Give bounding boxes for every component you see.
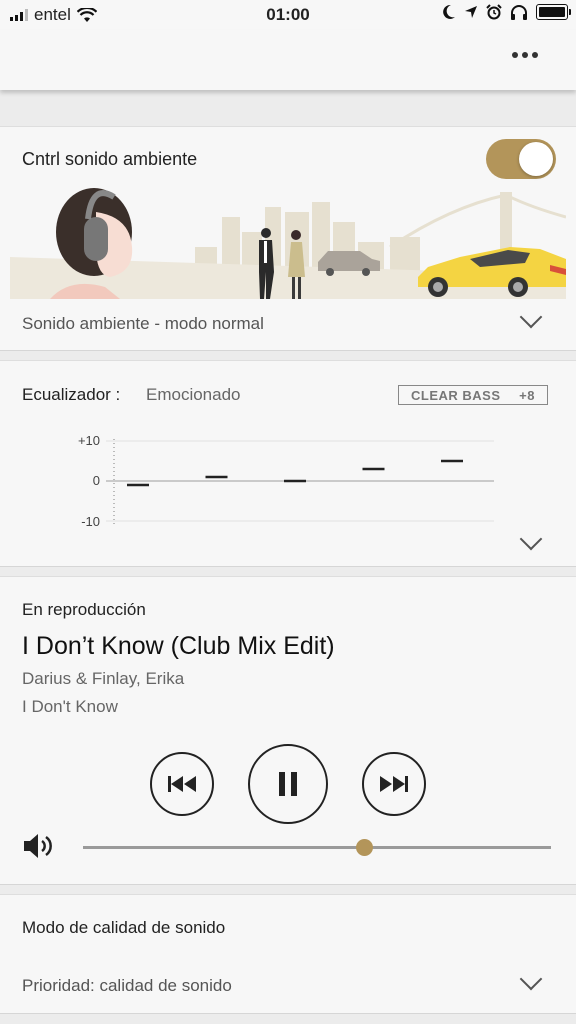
track-album: I Don't Know bbox=[22, 697, 118, 716]
next-button[interactable] bbox=[362, 752, 426, 816]
previous-button[interactable] bbox=[150, 752, 214, 816]
equalizer-chart[interactable]: +10 0 -10 bbox=[60, 421, 500, 531]
chevron-down-icon[interactable] bbox=[519, 527, 543, 551]
track-title: I Don’t Know (Club Mix Edit) bbox=[22, 632, 335, 660]
ambient-sound-card: Cntrl sonido ambiente Sonido ambiente - … bbox=[0, 127, 576, 350]
equalizer-preset[interactable]: Emocionado bbox=[146, 385, 241, 405]
more-icon[interactable] bbox=[512, 52, 538, 58]
eq-tick-label: 0 bbox=[93, 473, 100, 488]
now-playing-card: En reproducción I Don’t Know (Club Mix E… bbox=[0, 577, 576, 884]
ambient-illustration bbox=[10, 188, 566, 299]
top-bar bbox=[0, 30, 576, 90]
chevron-down-icon[interactable] bbox=[519, 967, 543, 991]
now-playing-title: En reproducción bbox=[22, 600, 146, 619]
pause-icon bbox=[279, 772, 297, 796]
pause-button[interactable] bbox=[248, 744, 328, 824]
alarm-icon bbox=[486, 4, 502, 20]
equalizer-label: Ecualizador : bbox=[22, 385, 121, 404]
status-bar: entel 01:00 bbox=[0, 0, 576, 30]
eq-tick-label: +10 bbox=[78, 433, 100, 448]
moon-icon bbox=[443, 4, 455, 19]
equalizer-card: Ecualizador : Emocionado CLEAR BASS +8 +… bbox=[0, 361, 576, 566]
headphones-icon bbox=[511, 5, 527, 20]
ambient-sound-title: Cntrl sonido ambiente bbox=[22, 149, 198, 169]
track-artist: Darius & Finlay, Erika bbox=[22, 669, 185, 688]
volume-slider[interactable] bbox=[83, 839, 551, 856]
next-icon bbox=[380, 776, 408, 792]
previous-icon bbox=[168, 776, 196, 792]
clear-bass-badge: CLEAR BASS +8 bbox=[398, 385, 548, 405]
sound-quality-card: Modo de calidad de sonido Prioridad: cal… bbox=[0, 895, 576, 1013]
volume-slider-thumb[interactable] bbox=[355, 839, 373, 856]
eq-tick-label: -10 bbox=[81, 514, 100, 529]
clear-bass-value: +8 bbox=[519, 387, 535, 403]
sound-quality-value[interactable]: Prioridad: calidad de sonido bbox=[22, 976, 232, 996]
ambient-sound-toggle[interactable] bbox=[486, 139, 556, 179]
location-icon bbox=[465, 6, 477, 18]
toggle-knob bbox=[519, 142, 553, 176]
ambient-mode-label[interactable]: Sonido ambiente - modo normal bbox=[22, 314, 264, 334]
clear-bass-label: CLEAR BASS bbox=[411, 387, 501, 403]
volume-icon[interactable] bbox=[22, 831, 56, 861]
sound-quality-title: Modo de calidad de sonido bbox=[22, 918, 226, 937]
chevron-down-icon[interactable] bbox=[519, 305, 543, 329]
battery-icon bbox=[536, 4, 571, 20]
